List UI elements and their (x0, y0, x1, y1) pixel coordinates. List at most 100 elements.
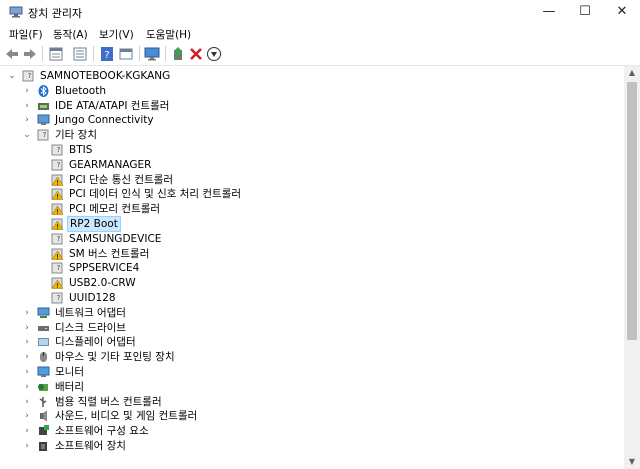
tree-item-label: SM 버스 컨트롤러 (69, 247, 150, 260)
help-icon[interactable]: ? (99, 46, 115, 62)
scroll-down-button[interactable]: ▼ (624, 455, 640, 469)
uninstall-icon[interactable] (188, 46, 204, 62)
tree-item-label: BTIS (69, 144, 93, 156)
tree-category-item[interactable]: › 배터리 (0, 380, 620, 394)
expand-chevron-icon[interactable]: › (22, 321, 32, 335)
tree-child-item[interactable]: ! PCI 메모리 컨트롤러 (0, 202, 620, 216)
tree-category-item[interactable]: › 디스크 드라이브 (0, 321, 620, 335)
toolbar-separator (42, 46, 43, 61)
tree-item-label: UUID128 (69, 292, 116, 304)
svg-text:?: ? (57, 235, 61, 243)
display-adapter-icon (37, 336, 50, 348)
expand-chevron-icon[interactable]: › (22, 424, 32, 438)
scroll-up-button[interactable]: ▲ (624, 66, 640, 80)
forward-icon[interactable] (22, 46, 38, 62)
svg-text:!: ! (56, 179, 59, 186)
tree-child-item[interactable]: ? SAMSUNGDEVICE (0, 232, 620, 246)
tree-item-label: SAMSUNGDEVICE (69, 232, 162, 245)
tree-category-item[interactable]: › 디스플레이 어댑터 (0, 335, 620, 349)
tree-category-item[interactable]: ⌄? 기타 장치 (0, 128, 620, 142)
svg-text:!: ! (56, 223, 59, 230)
menu-file[interactable]: 파일(F) (9, 27, 43, 42)
tree-category-item[interactable]: › 범용 직렬 버스 컨트롤러 (0, 395, 620, 409)
expand-chevron-icon[interactable]: › (22, 439, 32, 453)
vertical-scrollbar[interactable]: ▲ ▼ (624, 66, 640, 469)
warning-device-icon: ! (51, 218, 64, 231)
unknown-device-icon: ? (37, 129, 50, 141)
device-manager-icon (9, 6, 23, 18)
tree-child-item[interactable]: ! SM 버스 컨트롤러 (0, 247, 620, 261)
unknown-device-icon: ? (51, 262, 64, 274)
expand-chevron-icon[interactable]: › (22, 350, 32, 364)
tree-category-item[interactable]: › Jungo Connectivity (0, 113, 620, 127)
title-bar: 장치 관리자 — ☐ ✕ (0, 0, 640, 24)
tree-item-label: 기타 장치 (55, 129, 97, 142)
tree-child-item[interactable]: ? SPPSERVICE4 (0, 261, 620, 275)
tree-category-item[interactable]: › 소프트웨어 구성 요소 (0, 424, 620, 438)
tree-child-item[interactable]: ! RP2 Boot (0, 216, 620, 232)
unknown-device-icon: ? (51, 233, 64, 245)
tree-item-label: SAMNOTEBOOK-KGKANG (40, 70, 171, 82)
tree-item-label: PCI 메모리 컨트롤러 (69, 203, 161, 216)
tree-root-computer[interactable]: ⌄? SAMNOTEBOOK-KGKANG (0, 69, 620, 83)
tree-child-item[interactable]: ! PCI 단순 통신 컨트롤러 (0, 173, 620, 187)
tree-category-item[interactable]: › Bluetooth (0, 84, 620, 98)
expand-chevron-icon[interactable]: › (22, 84, 32, 98)
warning-device-icon: ! (51, 174, 64, 187)
expand-chevron-icon[interactable]: › (22, 395, 32, 409)
device-tree[interactable]: ⌄? SAMNOTEBOOK-KGKANG › Bluetooth › IDE ATA/A… (0, 66, 624, 469)
collapse-chevron-icon[interactable]: ⌄ (7, 69, 17, 83)
tree-child-item[interactable]: ! PCI 데이터 인식 및 신호 처리 컨트롤러 (0, 187, 620, 201)
expand-chevron-icon[interactable]: › (22, 335, 32, 349)
tree-item-label: PCI 데이터 인식 및 신호 처리 컨트롤러 (69, 188, 242, 201)
computer-root-icon: ? (22, 70, 35, 82)
tree-child-item[interactable]: ? GEARMANAGER (0, 158, 620, 172)
toolbar-separator (139, 46, 140, 61)
expand-chevron-icon[interactable]: › (22, 99, 32, 113)
download-icon[interactable] (206, 46, 222, 62)
expand-chevron-icon[interactable]: › (22, 306, 32, 320)
toolbar-separator (165, 46, 166, 61)
tree-category-item[interactable]: › IDE ATA/ATAPI 컨트롤러 (0, 99, 620, 113)
close-button[interactable]: ✕ (604, 0, 640, 24)
network-adapter-icon (37, 307, 50, 319)
menu-help[interactable]: 도움말(H) (146, 27, 191, 42)
collapse-chevron-icon[interactable]: ⌄ (22, 128, 32, 142)
unknown-device-icon: ? (51, 144, 64, 156)
svg-text:?: ? (28, 72, 32, 80)
properties-icon[interactable] (48, 46, 64, 62)
expand-chevron-icon[interactable]: › (22, 365, 32, 379)
svg-text:!: ! (56, 253, 59, 260)
tree-child-item[interactable]: ! USB2.0-CRW (0, 276, 620, 290)
tree-item-label: 마우스 및 기타 포인팅 장치 (55, 351, 175, 364)
tree-category-item[interactable]: › 사운드, 비디오 및 게임 컨트롤러 (0, 409, 620, 423)
tree-item-label: 모니터 (55, 366, 84, 378)
list-icon[interactable] (72, 46, 88, 62)
tree-item-label: PCI 단순 통신 컨트롤러 (69, 173, 174, 186)
update-driver-icon[interactable] (118, 46, 134, 62)
bluetooth-icon (37, 84, 50, 97)
menu-view[interactable]: 보기(V) (99, 27, 134, 42)
menu-action[interactable]: 동작(A) (53, 27, 88, 42)
battery-icon (37, 381, 50, 393)
svg-text:?: ? (104, 50, 109, 61)
scroll-thumb[interactable] (627, 82, 637, 340)
svg-text:!: ! (56, 208, 59, 215)
svg-text:!: ! (56, 282, 59, 289)
tree-child-item[interactable]: ? UUID128 (0, 291, 620, 305)
back-icon[interactable] (4, 46, 20, 62)
expand-chevron-icon[interactable]: › (22, 380, 32, 394)
tree-category-item[interactable]: › 모니터 (0, 365, 620, 379)
expand-chevron-icon[interactable]: › (22, 113, 32, 127)
ide-controller-icon (37, 100, 50, 112)
tree-child-item[interactable]: ? BTIS (0, 143, 620, 157)
monitor-icon[interactable] (144, 46, 160, 62)
svg-text:?: ? (57, 264, 61, 272)
tree-category-item[interactable]: › 네트워크 어댑터 (0, 306, 620, 320)
tree-category-item[interactable]: › 소프트웨어 장치 (0, 439, 620, 453)
maximize-button[interactable]: ☐ (567, 0, 603, 24)
expand-chevron-icon[interactable]: › (22, 409, 32, 423)
add-driver-icon[interactable] (170, 46, 186, 62)
tree-category-item[interactable]: › 마우스 및 기타 포인팅 장치 (0, 350, 620, 364)
minimize-button[interactable]: — (531, 0, 567, 24)
